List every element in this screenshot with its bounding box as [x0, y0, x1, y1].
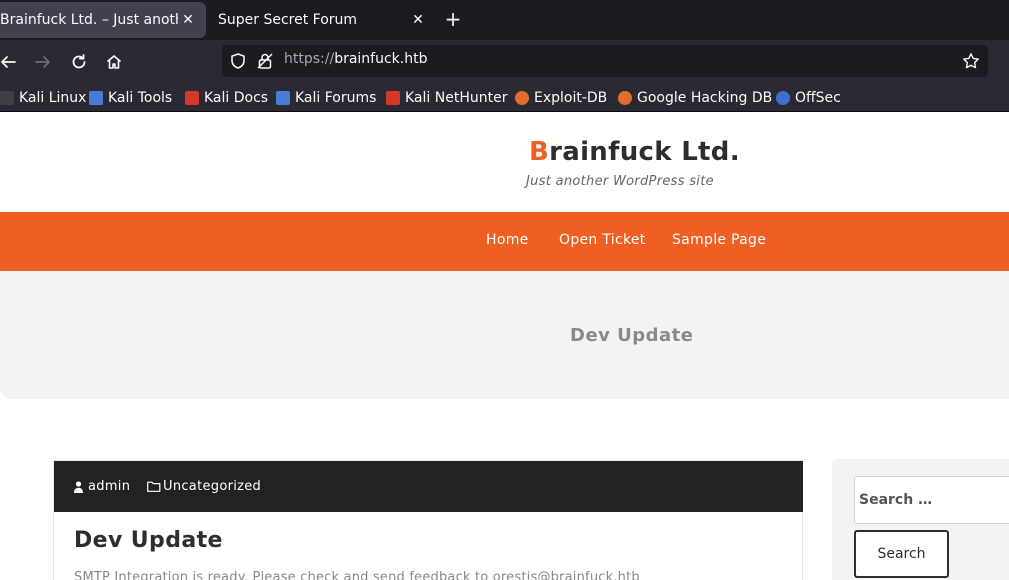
kali-nethunter-icon — [386, 91, 400, 105]
web-page: Brainfuck Ltd. Just another WordPress si… — [0, 113, 1009, 580]
site-title-first-letter: B — [529, 137, 550, 167]
new-tab-icon[interactable]: + — [442, 8, 464, 30]
url-scheme: https:// — [284, 51, 335, 67]
reload-icon[interactable] — [67, 50, 91, 74]
close-tab-icon[interactable]: ✕ — [178, 12, 198, 28]
tab-brainfuck[interactable]: Brainfuck Ltd. – Just another ✕ — [0, 2, 206, 38]
bookmark-exploit-db[interactable]: Exploit-DB — [515, 88, 607, 108]
bookmark-kali-linux[interactable]: Kali Linux — [0, 88, 86, 108]
menu-item-sample-page[interactable]: Sample Page — [672, 232, 766, 248]
bookmark-label: Kali NetHunter — [405, 90, 508, 106]
post-meta-bar: admin Uncategorized — [54, 461, 803, 512]
bookmark-kali-docs[interactable]: Kali Docs — [185, 88, 268, 108]
forward-icon[interactable] — [31, 50, 55, 74]
home-icon[interactable] — [102, 50, 126, 74]
sidebar-search-widget: Search — [832, 459, 1009, 580]
insecure-lock-icon[interactable] — [256, 52, 274, 70]
post-title[interactable]: Dev Update — [74, 528, 223, 553]
url-text: https://brainfuck.htb — [284, 51, 427, 67]
browser-nav-bar: https://brainfuck.htb — [0, 40, 1009, 84]
ghdb-icon — [618, 91, 632, 105]
url-host: brainfuck.htb — [334, 51, 428, 67]
primary-menu: Home Open Ticket Sample Page — [0, 212, 1009, 271]
bookmark-offsec[interactable]: OffSec — [776, 88, 841, 108]
post-category[interactable]: Uncategorized — [147, 479, 261, 494]
tracking-protection-icon[interactable] — [229, 52, 247, 70]
bookmark-label: Kali Tools — [108, 90, 173, 106]
site-title-rest: rainfuck Ltd. — [549, 137, 740, 167]
search-button[interactable]: Search — [854, 530, 949, 578]
page-heading: Dev Update — [570, 325, 694, 346]
folder-icon — [147, 481, 161, 492]
kali-dragon-icon — [0, 91, 14, 105]
search-input[interactable] — [854, 476, 1009, 524]
bookmark-star-icon[interactable] — [962, 52, 980, 70]
kali-tools-icon — [89, 91, 103, 105]
bookmark-google-hacking-db[interactable]: Google Hacking DB — [618, 88, 772, 108]
bookmarks-toolbar: Kali Linux Kali Tools Kali Docs Kali For… — [0, 84, 1009, 112]
url-bar[interactable]: https://brainfuck.htb — [222, 45, 988, 77]
kali-docs-icon — [185, 91, 199, 105]
site-title[interactable]: Brainfuck Ltd. — [529, 137, 740, 167]
bookmark-label: Kali Docs — [204, 90, 269, 106]
offsec-icon — [776, 91, 790, 105]
tab-title: Brainfuck Ltd. – Just another — [0, 12, 178, 28]
exploit-db-icon — [515, 91, 529, 105]
menu-item-home[interactable]: Home — [486, 232, 529, 248]
post-excerpt: SMTP Integration is ready. Please check … — [74, 570, 640, 580]
bookmark-label: Kali Forums — [295, 90, 377, 106]
bookmark-label: OffSec — [795, 90, 841, 106]
bookmark-kali-forums[interactable]: Kali Forums — [276, 88, 376, 108]
bookmark-label: Google Hacking DB — [637, 90, 773, 106]
bookmark-kali-nethunter[interactable]: Kali NetHunter — [386, 88, 507, 108]
user-icon — [74, 480, 83, 493]
post-author-name: admin — [88, 479, 131, 494]
post-author[interactable]: admin — [74, 479, 130, 494]
page-header-banner: Dev Update — [0, 271, 1009, 399]
menu-item-open-ticket[interactable]: Open Ticket — [559, 232, 646, 248]
kali-forums-icon — [276, 91, 290, 105]
bookmark-label: Exploit-DB — [534, 90, 608, 106]
close-tab-icon[interactable]: ✕ — [408, 12, 428, 28]
site-description: Just another WordPress site — [526, 174, 714, 189]
browser-tab-bar: Brainfuck Ltd. – Just another ✕ Super Se… — [0, 0, 1009, 40]
bookmark-label: Kali Linux — [19, 90, 87, 106]
tab-super-secret-forum[interactable]: Super Secret Forum ✕ — [210, 2, 436, 38]
tab-title: Super Secret Forum — [218, 12, 358, 28]
blog-post: admin Uncategorized Dev Update SMTP Inte… — [53, 460, 803, 580]
back-icon[interactable] — [0, 50, 20, 74]
bookmark-kali-tools[interactable]: Kali Tools — [89, 88, 172, 108]
post-category-name: Uncategorized — [163, 479, 262, 494]
